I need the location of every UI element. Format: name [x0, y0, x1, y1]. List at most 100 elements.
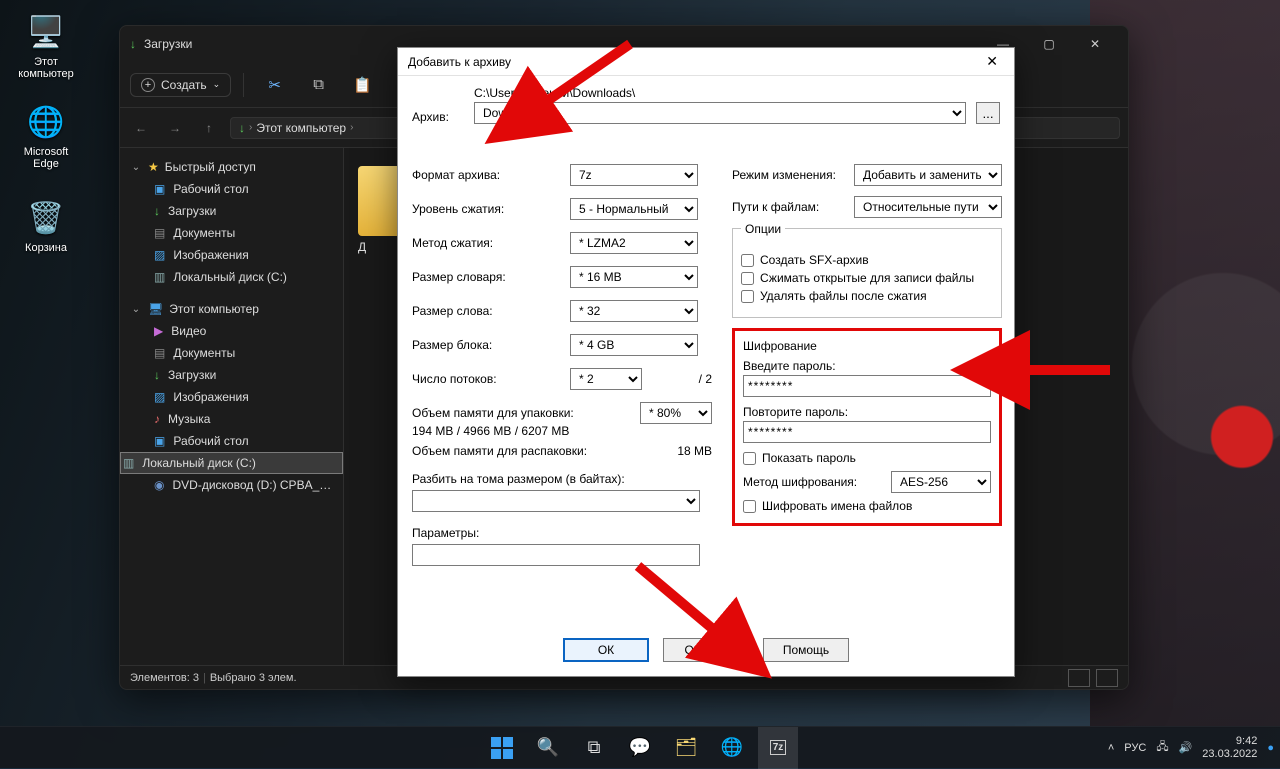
split-size-select[interactable] [412, 490, 700, 512]
chevron-right-icon: › [249, 122, 252, 133]
options-group: Опции Создать SFX-архив Сжимать открытые… [732, 228, 1002, 318]
word-size-select[interactable]: * 32 [570, 300, 698, 322]
encryption-method-label: Метод шифрования: [743, 475, 857, 489]
sidebar-item-documents[interactable]: ▤Документы [120, 222, 343, 244]
chevron-down-icon: ⌄ [130, 162, 142, 173]
sidebar-item-dvd[interactable]: ◉DVD-дисковод (D:) CPBA_X6 [120, 474, 343, 496]
monitor-icon: 🖥 [148, 302, 163, 316]
search-icon[interactable]: 🔍 [528, 727, 568, 769]
volume-icon[interactable]: 🔊 [1179, 741, 1193, 754]
archive-name-input[interactable]: Downloads.7z [474, 102, 966, 124]
nav-forward[interactable]: → [162, 121, 188, 135]
encryption-method-select[interactable]: AES-256 [891, 471, 991, 493]
threads-select[interactable]: * 2 [570, 368, 642, 390]
task-view-icon[interactable]: ⧉ [574, 727, 614, 769]
password-input[interactable] [743, 375, 991, 397]
path-mode-select[interactable]: Относительные пути [854, 196, 1002, 218]
word-label: Размер слова: [412, 304, 570, 318]
download-icon: ↓ [154, 204, 160, 218]
dialog-titlebar[interactable]: Добавить к архиву ✕ [398, 48, 1014, 76]
dialog-left-column: Формат архива: 7z Уровень сжатия: 5 - Но… [412, 164, 712, 566]
taskbar[interactable]: 🔍 ⧉ 💬 🗂 🌐 7z ˄ РУС 🖧 🔊 9:42 23.03.2022 ● [0, 726, 1280, 768]
close-button[interactable]: ✕ [1072, 29, 1118, 59]
sidebar-item-local-disk-c[interactable]: ›▥Локальный диск (C:) [120, 452, 343, 474]
encrypt-names-checkbox[interactable]: Шифровать имена файлов [743, 499, 991, 513]
compress-open-checkbox[interactable]: Сжимать открытые для записи файлы [741, 271, 993, 285]
delete-after-checkbox[interactable]: Удалять файлы после сжатия [741, 289, 993, 303]
parameters-input[interactable] [412, 544, 700, 566]
mem-pack-pct-select[interactable]: * 80% [640, 402, 712, 424]
show-password-checkbox[interactable]: Показать пароль [743, 451, 991, 465]
threads-max: / 2 [642, 372, 712, 386]
sidebar-item-music[interactable]: ♪Музыка [120, 408, 343, 430]
sidebar-item-documents[interactable]: ▤Документы [120, 342, 343, 364]
compression-method-select[interactable]: * LZMA2 [570, 232, 698, 254]
file-explorer-icon[interactable]: 🗂 [666, 727, 706, 769]
archive-path-prefix: C:\Users\Евгений\Downloads\ [474, 86, 966, 100]
tray-overflow-icon[interactable]: ˄ [1108, 742, 1114, 754]
view-details-button[interactable] [1068, 669, 1090, 687]
network-icon[interactable]: 🖧 [1156, 738, 1168, 757]
chevron-down-icon: ⌄ [130, 304, 142, 315]
maximize-button[interactable]: ▢ [1026, 29, 1072, 59]
browse-button[interactable]: ... [976, 102, 1000, 124]
desktop-icon-label: Microsoft Edge [24, 146, 69, 170]
desktop-icon-edge[interactable]: 🌐 Microsoft Edge [6, 96, 86, 176]
sfx-checkbox[interactable]: Создать SFX-архив [741, 253, 993, 267]
document-icon: ▤ [154, 226, 165, 240]
sidebar-item-desktop[interactable]: ▣Рабочий стол [120, 430, 343, 452]
sidebar-item-pictures[interactable]: ▨Изображения [120, 386, 343, 408]
dictionary-size-select[interactable]: * 16 MB [570, 266, 698, 288]
chat-icon[interactable]: 💬 [620, 727, 660, 769]
nav-up[interactable]: ↑ [196, 121, 222, 135]
nav-back[interactable]: ← [128, 121, 154, 135]
folder-caption: Д [358, 240, 366, 254]
desktop-icon-recycle[interactable]: 🗑️ Корзина [6, 186, 86, 266]
sidebar-item-pictures[interactable]: ▨Изображения [120, 244, 343, 266]
method-label: Метод сжатия: [412, 236, 570, 250]
pictures-icon: ▨ [154, 248, 165, 262]
system-tray: ˄ РУС 🖧 🔊 9:42 23.03.2022 ● [1108, 727, 1274, 768]
sidebar-item-downloads[interactable]: ↓Загрузки [120, 364, 343, 386]
update-mode-select[interactable]: Добавить и заменить [854, 164, 1002, 186]
chevron-down-icon: ⌄ [213, 79, 221, 90]
document-icon: ▤ [154, 346, 165, 360]
repeat-password-label: Повторите пароль: [743, 405, 991, 419]
edge-icon[interactable]: 🌐 [712, 727, 752, 769]
sidebar-item-local-disk-c[interactable]: ▥Локальный диск (C:) [120, 266, 343, 288]
sidebar-item-videos[interactable]: ▶Видео [120, 320, 343, 342]
block-size-select[interactable]: * 4 GB [570, 334, 698, 356]
compression-level-select[interactable]: 5 - Нормальный [570, 198, 698, 220]
copy-icon[interactable]: ⧉ [300, 70, 338, 100]
language-indicator[interactable]: РУС [1124, 742, 1146, 754]
close-button[interactable]: ✕ [980, 53, 1004, 70]
sidebar-group-this-pc[interactable]: ⌄ 🖥 Этот компьютер [120, 298, 343, 320]
cancel-button[interactable]: Отмена [663, 638, 749, 662]
sidebar-item-downloads[interactable]: ↓Загрузки [120, 200, 343, 222]
clock[interactable]: 9:42 23.03.2022 [1202, 735, 1257, 760]
view-icons-button[interactable] [1096, 669, 1118, 687]
threads-label: Число потоков: [412, 372, 570, 386]
breadcrumb-segment[interactable]: Этот компьютер [256, 121, 346, 135]
new-button[interactable]: + Создать ⌄ [130, 73, 231, 97]
start-button[interactable] [482, 727, 522, 769]
archive-format-select[interactable]: 7z [570, 164, 698, 186]
paste-icon[interactable]: 📋 [344, 70, 382, 100]
download-icon: ↓ [130, 37, 136, 51]
cut-icon[interactable]: ✂ [256, 70, 294, 100]
taskbar-center: 🔍 ⧉ 💬 🗂 🌐 7z [482, 727, 798, 769]
sidebar-group-quick-access[interactable]: ⌄ ★ Быстрый доступ [120, 156, 343, 178]
help-button[interactable]: Помощь [763, 638, 849, 662]
repeat-password-input[interactable] [743, 421, 991, 443]
sidebar-item-desktop[interactable]: ▣Рабочий стол [120, 178, 343, 200]
notifications-icon[interactable]: ● [1267, 742, 1274, 754]
dialog-right-column: Режим изменения: Добавить и заменить Пут… [732, 164, 1002, 526]
password-label: Введите пароль: [743, 359, 991, 373]
ok-button[interactable]: ОК [563, 638, 649, 662]
sevenzip-icon[interactable]: 7z [758, 727, 798, 769]
block-label: Размер блока: [412, 338, 570, 352]
dvd-icon: ◉ [154, 478, 164, 492]
star-icon: ★ [148, 160, 159, 174]
desktop-icon-this-pc[interactable]: 🖥️ Этот компьютер [6, 6, 86, 86]
plus-icon: + [141, 78, 155, 92]
